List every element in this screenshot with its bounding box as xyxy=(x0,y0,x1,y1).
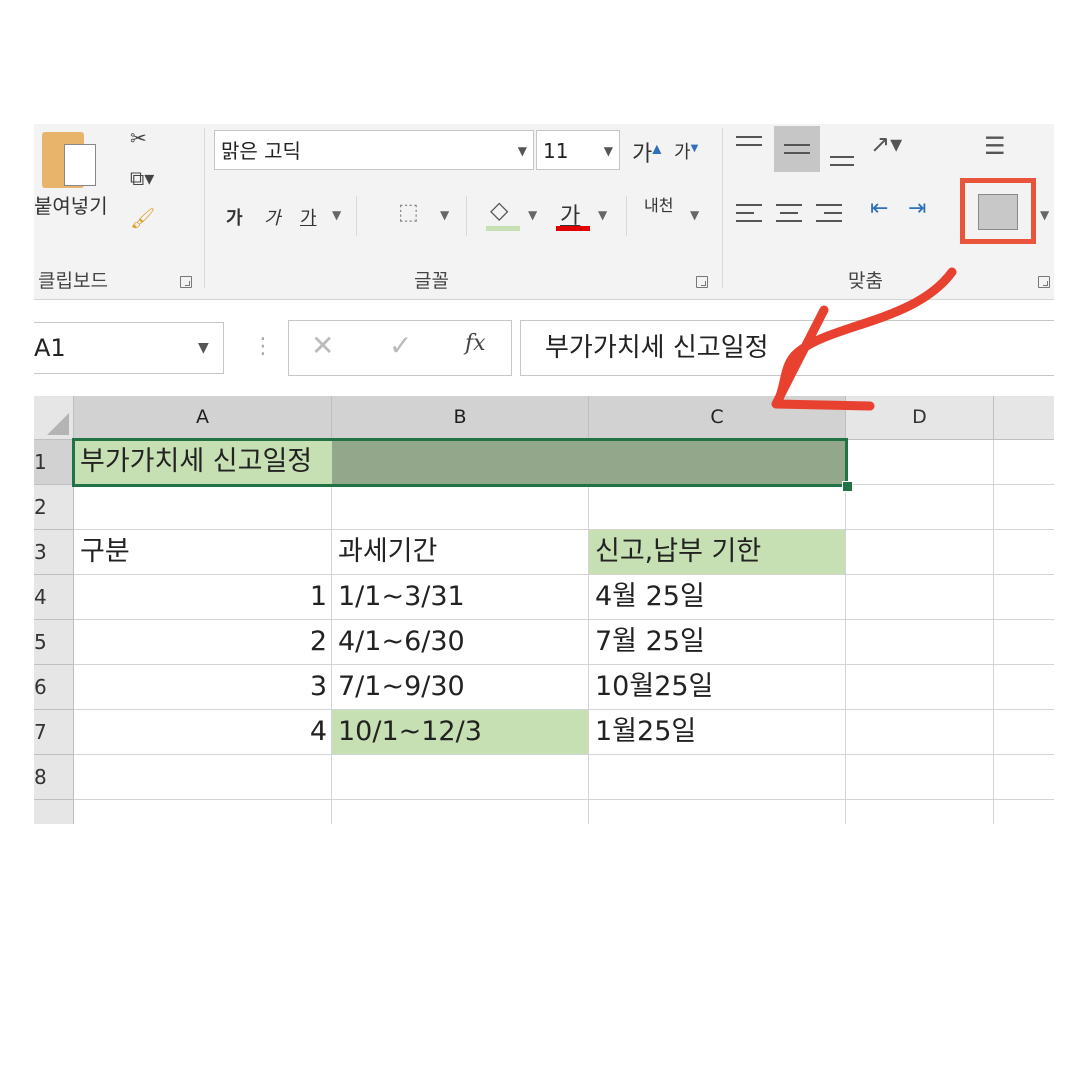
excel-window: 붙여넣기 ✂ ⧉▾ 🖌 클립보드 맑은 고딕 ▼ 11 ▼ 가▲ 가▼ 가 가 … xyxy=(34,124,1054,824)
annotation-arrow-icon xyxy=(771,267,957,411)
